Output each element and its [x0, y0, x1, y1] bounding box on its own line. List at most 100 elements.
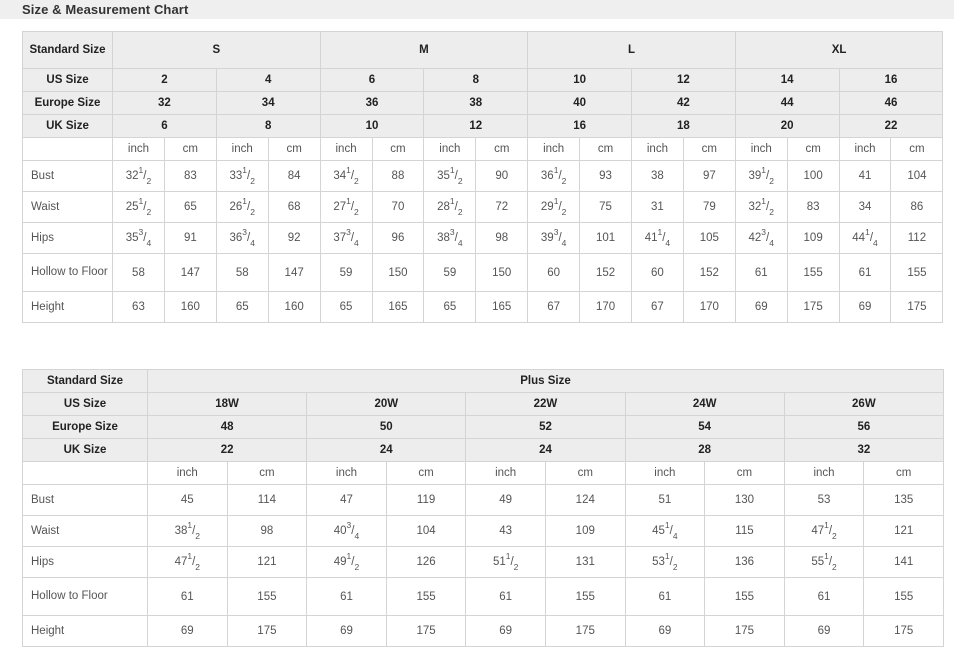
measurement-value: 72: [475, 191, 529, 223]
plus-size-table: Standard Size Plus Size US Size 18W 20W 22W 24…: [22, 369, 944, 647]
plus-measurement-value: 121: [226, 546, 308, 578]
plus-unit-header-inch: inch: [783, 461, 865, 485]
uk-size-value: 8: [215, 114, 321, 138]
measurement-value: 423/4: [734, 222, 788, 254]
measurement-value: 63: [112, 291, 165, 323]
measurement-value: 84: [267, 160, 321, 192]
table-row-hollow-to-floor: Hollow to Floor 58 147 58 147 59 150 59 150 60 152…: [22, 253, 944, 292]
plus-measurement-value: 491/2: [306, 546, 387, 578]
plus-uk-size-label: UK Size: [22, 438, 148, 462]
plus-measurement-value: 155: [226, 577, 308, 616]
plus-measurement-value: 69: [465, 615, 546, 647]
unit-header-cm: cm: [579, 137, 632, 161]
page-title: Size & Measurement Chart: [22, 2, 189, 17]
europe-size-value: 40: [527, 91, 632, 115]
plus-measurement-value: 141: [863, 546, 944, 578]
us-size-value: 12: [630, 68, 736, 92]
plus-europe-size-value: 50: [306, 415, 467, 439]
measurement-value: 109: [786, 222, 840, 254]
measurement-value: 96: [371, 222, 425, 254]
europe-size-value: 36: [319, 91, 425, 115]
measurement-label-hips: Hips: [22, 222, 113, 254]
measurement-value: 83: [163, 160, 217, 192]
measurement-value: 83: [786, 191, 840, 223]
uk-size-label: UK Size: [22, 114, 113, 138]
measurement-value: 147: [163, 253, 217, 292]
measurement-value: 61: [734, 253, 788, 292]
plus-measurement-value: 47: [306, 484, 387, 516]
plus-uk-size-value: 28: [624, 438, 785, 462]
measurement-value: 150: [475, 253, 529, 292]
plus-measurement-value: 175: [385, 615, 467, 647]
europe-size-value: 38: [423, 91, 529, 115]
spacer-top: [0, 19, 954, 31]
plus-us-size-value: 26W: [783, 392, 944, 416]
plus-measurement-value: 69: [147, 615, 228, 647]
plus-measurement-value: 403/4: [306, 515, 387, 547]
plus-measurement-value: 51: [624, 484, 706, 516]
table-row-hips: Hips 353/4 91 363/4 92 373/4 96 383/4 98 393/4 101…: [22, 222, 944, 254]
us-size-value: 14: [734, 68, 840, 92]
plus-measurement-value: 135: [863, 484, 944, 516]
measurement-value: 150: [371, 253, 425, 292]
measurement-value: 281/2: [423, 191, 477, 223]
plus-measurement-value: 381/2: [147, 515, 228, 547]
measurement-value: 68: [267, 191, 321, 223]
measurement-value: 271/2: [319, 191, 373, 223]
measurement-label-hollow-to-floor: Hollow to Floor: [22, 253, 113, 292]
plus-measurement-value: 175: [226, 615, 308, 647]
plus-measurement-value: 471/2: [783, 515, 865, 547]
plus-size-group-header: Plus Size: [147, 369, 944, 393]
standard-size-corner-label: Standard Size: [22, 31, 113, 69]
measurement-value: 112: [890, 222, 944, 254]
plus-unit-header-cm: cm: [863, 461, 944, 485]
measurement-value: 31: [630, 191, 684, 223]
unit-header-inch: inch: [527, 137, 581, 161]
plus-measurement-value: 114: [226, 484, 308, 516]
plus-uk-size-value: 24: [306, 438, 467, 462]
plus-measurement-value: 69: [783, 615, 865, 647]
measurement-value: 152: [682, 253, 736, 292]
europe-size-value: 44: [734, 91, 840, 115]
measurement-value: 59: [423, 253, 477, 292]
measurement-value: 100: [786, 160, 840, 192]
measurement-label-waist: Waist: [22, 191, 113, 223]
measurement-value: 441/4: [838, 222, 892, 254]
us-size-value: 4: [215, 68, 321, 92]
table-row-plus-bust: Bust 45 114 47 119 49 124 51 130 53 135: [22, 484, 944, 516]
plus-europe-size-value: 54: [624, 415, 785, 439]
measurement-value: 92: [267, 222, 321, 254]
unit-header-cm: cm: [163, 137, 217, 161]
measurement-value: 261/2: [215, 191, 269, 223]
table-row-plus-hips: Hips 471/2 121 491/2 126 511/2 131 531/2 136 551/…: [22, 546, 944, 578]
plus-measurement-value: 69: [306, 615, 387, 647]
measurement-value: 363/4: [215, 222, 269, 254]
unit-header-inch: inch: [630, 137, 684, 161]
us-size-value: 10: [527, 68, 632, 92]
measurement-value: 155: [786, 253, 840, 292]
plus-uk-size-value: 24: [465, 438, 626, 462]
table-row-plus-units: inch cm inch cm inch cm inch cm inch cm: [22, 461, 944, 485]
table-row-uk-size: UK Size 6 8 10 12 16 18 20 22: [22, 114, 944, 138]
us-size-label: US Size: [22, 68, 113, 92]
plus-unit-header-inch: inch: [624, 461, 706, 485]
measurement-value: 160: [267, 291, 321, 323]
measurement-value: 34: [838, 191, 892, 223]
unit-header-cm: cm: [267, 137, 321, 161]
plus-unit-header-cm: cm: [385, 461, 467, 485]
plus-measurement-value: 531/2: [624, 546, 706, 578]
plus-measurement-value: 61: [624, 577, 706, 616]
plus-measurement-value: 130: [704, 484, 785, 516]
measurement-value: 160: [163, 291, 217, 323]
plus-unit-header-cm: cm: [226, 461, 308, 485]
plus-measurement-value: 551/2: [783, 546, 865, 578]
plus-europe-size-value: 48: [146, 415, 308, 439]
measurement-value: 60: [527, 253, 581, 292]
plus-measurement-value: 126: [385, 546, 467, 578]
plus-measurement-value: 175: [544, 615, 626, 647]
plus-measurement-value: 131: [544, 546, 626, 578]
measurement-value: 147: [267, 253, 321, 292]
us-size-value: 6: [319, 68, 425, 92]
measurement-value: 58: [215, 253, 269, 292]
measurement-label-bust: Bust: [22, 160, 113, 192]
